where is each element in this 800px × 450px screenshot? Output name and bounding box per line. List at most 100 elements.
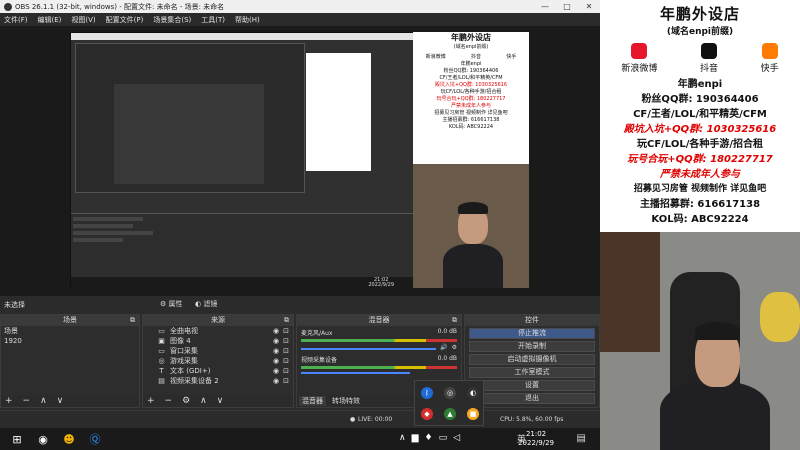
studio-mode-button[interactable]: 工作室模式 [469, 367, 595, 378]
volume-slider[interactable] [301, 372, 411, 374]
channel-settings-icon[interactable]: ⚙ [452, 344, 457, 351]
cabinet-shape [600, 232, 660, 352]
move-up-icon[interactable]: ∧ [40, 396, 47, 406]
system-clock[interactable]: 21:02 2022/9/29 [518, 430, 554, 448]
webcam-feed [600, 232, 800, 450]
source-item[interactable]: T 文本 (GDI+) ◉ ⊡ [143, 366, 293, 376]
minimize-button[interactable]: — [534, 0, 556, 13]
mixer-title: 混音器 [368, 316, 390, 324]
remove-source-icon[interactable]: − [165, 396, 173, 406]
obs-taskbar-icon[interactable]: ◉ [34, 431, 52, 447]
person-body [660, 382, 770, 450]
preview-line-7: 招募见习房管 视频制作 详见鱼吧 [434, 110, 508, 116]
preview-handle: 年鹏enpi [460, 61, 482, 67]
app-tray-icon[interactable]: ◎ [444, 387, 456, 399]
poster-handle: 年鹏enpi [677, 79, 723, 90]
poster-line: 殿坑入坑+QQ群: 1030325616 [623, 124, 777, 135]
lock-icon: ⊡ [283, 377, 289, 385]
kuaishou-icon [761, 43, 778, 59]
lock-icon: ⊡ [283, 357, 289, 365]
volume-icon[interactable]: ◁ [453, 433, 460, 443]
exit-button[interactable]: 退出 [469, 393, 595, 404]
lock-icon: ⊡ [283, 337, 289, 345]
notification-icon[interactable]: ▤ [577, 433, 586, 444]
poster-line: KOL码: ABC92224 [651, 214, 749, 225]
microphone-icon[interactable]: ♦ [424, 433, 432, 443]
stop-streaming-button[interactable]: 停止推流 [469, 328, 595, 339]
poster-line: 粉丝QQ群: 190364406 [641, 94, 759, 105]
preview-weibo-label: 新浪微博 [425, 54, 446, 60]
tab-transitions[interactable]: 转场特效 [332, 396, 360, 406]
clock-time: 21:02 [525, 430, 547, 438]
gamepad-icon: ◎ [158, 357, 165, 365]
nested-preview [75, 43, 305, 193]
dock-options-icon[interactable]: ⧉ [452, 315, 457, 326]
scenes-title: 场景 [63, 316, 77, 324]
image-icon: ▣ [158, 337, 165, 345]
live-indicator-icon: ● [350, 416, 356, 423]
menu-tools[interactable]: 工具(T) [201, 15, 225, 25]
chevron-up-icon[interactable]: ∧ [399, 433, 406, 443]
scene-item[interactable]: 场景 [1, 326, 139, 336]
close-button[interactable]: ✕ [578, 0, 600, 13]
properties-button[interactable]: ⚙ 属性 [160, 299, 183, 309]
menu-view[interactable]: 视图(V) [71, 15, 95, 25]
add-scene-icon[interactable]: + [5, 396, 13, 406]
menu-profile[interactable]: 配置文件(P) [106, 15, 144, 25]
dock-options-icon[interactable]: ⧉ [284, 315, 289, 326]
source-item[interactable]: ▣ 图像 4 ◉ ⊡ [143, 336, 293, 346]
tab-mixer[interactable]: 混音器 [299, 396, 326, 406]
preview-line-5: 玩号合玩+QQ群: 180227717 [436, 96, 506, 102]
move-down-icon[interactable]: ∨ [57, 396, 64, 406]
windows-taskbar: ⊞ ◉ ☻ Ⓠ ∧ ▆ ♦ ▭ ◁ 英 21:02 2022/9/29 ▤ [0, 428, 600, 450]
source-item[interactable]: ▭ 全曲电视 ◉ ⊡ [143, 326, 293, 336]
settings-button[interactable]: 设置 [469, 380, 595, 391]
eye-icon: ◉ [273, 347, 280, 355]
bluetooth-icon[interactable]: ᛒ [421, 387, 433, 399]
eye-icon: ◉ [273, 367, 280, 375]
social-label: 新浪微博 [621, 64, 658, 74]
move-up-icon[interactable]: ∧ [200, 396, 207, 406]
menu-help[interactable]: 帮助(H) [235, 15, 260, 25]
preview-poster-subtitle: (域名enpi前缀) [453, 44, 489, 50]
add-source-icon[interactable]: + [147, 396, 155, 406]
maximize-button[interactable]: □ [556, 0, 578, 13]
volume-slider[interactable] [301, 348, 437, 350]
virtual-camera-button[interactable]: 启动虚拟摄像机 [469, 354, 595, 365]
preview-poster-title: 年鹏外设店 [451, 33, 491, 42]
speaker-icon[interactable]: 🔊 [440, 344, 447, 351]
dock-options-icon[interactable]: ⧉ [130, 315, 135, 326]
app-tray-icon[interactable]: ■ [467, 408, 479, 420]
folder-icon[interactable]: ▆ [412, 433, 419, 443]
scene-item[interactable]: 1920 [1, 336, 139, 346]
window-titlebar: OBS 26.1.1 (32-bit, windows) - 配置文件: 未命名… [0, 0, 600, 13]
live-time: LIVE: 00:00 [358, 416, 393, 423]
move-down-icon[interactable]: ∨ [217, 396, 224, 406]
remove-scene-icon[interactable]: − [23, 396, 31, 406]
source-item[interactable]: ◎ 游戏采集 ◉ ⊡ [143, 356, 293, 366]
no-source-selected: 未选择 [4, 301, 25, 309]
tray-overflow-popup: ᛒ ◎ ◐ ◆ ▲ ■ [414, 380, 484, 426]
nested-taskbar: 21:02 2022/9/29 [71, 277, 414, 290]
network-icon[interactable]: ▭ [439, 433, 448, 443]
windows-start-icon[interactable]: ⊞ [8, 431, 26, 447]
menu-edit[interactable]: 编辑(E) [38, 15, 62, 25]
source-item[interactable]: ▭ 窗口采集 ◉ ⊡ [143, 346, 293, 356]
cpu-fps: CPU: 5.8%, 60.00 fps [500, 416, 564, 423]
controls-title: 控件 [525, 316, 539, 324]
preview-line-9: KOL码: ABC92224 [448, 124, 494, 130]
menu-scene-collection[interactable]: 场景集合(S) [153, 15, 191, 25]
start-recording-button[interactable]: 开始录制 [469, 341, 595, 352]
source-settings-icon[interactable]: ⚙ [182, 396, 190, 406]
source-item[interactable]: ▤ 视频采集设备 2 ◉ ⊡ [143, 376, 293, 386]
security-icon[interactable]: ◆ [421, 408, 433, 420]
browser-taskbar-icon[interactable]: Ⓠ [86, 431, 104, 447]
app-taskbar-icon[interactable]: ☻ [60, 431, 78, 447]
filters-button[interactable]: ◐ 滤镜 [195, 299, 217, 309]
menu-file[interactable]: 文件(F) [4, 15, 28, 25]
obs-window: OBS 26.1.1 (32-bit, windows) - 配置文件: 未命名… [0, 0, 600, 428]
preview-line-6: 严禁未成年人参与 [450, 103, 491, 109]
app-tray-icon[interactable]: ▲ [444, 408, 456, 420]
app-tray-icon[interactable]: ◐ [467, 387, 479, 399]
obs-logo-icon [4, 2, 12, 11]
